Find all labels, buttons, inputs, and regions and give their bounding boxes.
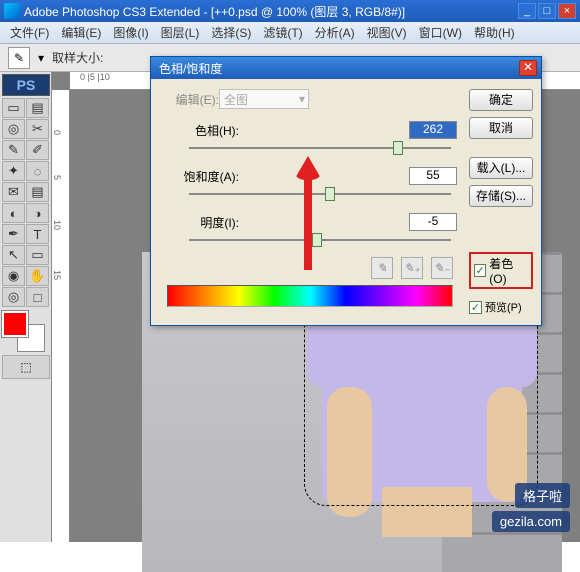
eyedropper-tool-icon[interactable]: ✎ [8,47,30,69]
light-input[interactable]: -5 [409,213,457,231]
ruler-vertical: 0 5 10 15 [52,90,70,542]
dialog-title-text: 色相/饱和度 [155,60,519,77]
light-slider[interactable] [189,235,451,247]
ok-button[interactable]: 确定 [469,89,533,111]
menu-image[interactable]: 图像(I) [107,22,154,43]
watermark-text: 格子啦 [515,483,570,508]
menubar: 文件(F) 编辑(E) 图像(I) 图层(L) 选择(S) 滤镜(T) 分析(A… [0,22,580,44]
tool-crop[interactable]: ✎ [2,140,25,160]
tool-notes[interactable]: ◉ [2,266,25,286]
doc-title: [++0.psd @ 100% (图层 3, RGB/8#)] [211,5,405,19]
colorize-label: 着色(O) [489,255,528,286]
hue-label: 色相(H): [159,122,249,139]
tool-pen[interactable]: ✒ [2,224,25,244]
menu-select[interactable]: 选择(S) [205,22,257,43]
tool-history[interactable]: ▤ [26,182,49,202]
spectrum-bar [167,285,453,307]
colorize-checkbox[interactable]: ✓ [474,264,486,277]
sat-label: 饱和度(A): [159,168,249,185]
load-button[interactable]: 载入(L)... [469,157,533,179]
sat-slider[interactable] [189,189,451,201]
eyedropper-icon[interactable]: ✎ [371,257,393,279]
save-button[interactable]: 存储(S)... [469,185,533,207]
tool-eraser[interactable]: ◐ [2,203,25,223]
tool-wand[interactable]: ✂ [26,119,49,139]
maximize-button[interactable]: □ [538,3,556,19]
dialog-titlebar[interactable]: 色相/饱和度 ✕ [151,57,541,79]
tool-stamp[interactable]: ✉ [2,182,25,202]
light-label: 明度(I): [159,214,249,231]
preview-label: 预览(P) [485,299,522,315]
hue-slider[interactable] [189,143,451,155]
eyedropper-add-icon[interactable]: ✎₊ [401,257,423,279]
colorize-highlight: ✓ 着色(O) [469,252,533,289]
tool-zoom[interactable]: □ [26,287,49,307]
tool-move[interactable]: ▤ [26,98,49,118]
eyedropper-sub-icon[interactable]: ✎₋ [431,257,453,279]
tool-heal[interactable]: ✦ [2,161,25,181]
tool-gradient[interactable]: ◑ [26,203,49,223]
menu-layer[interactable]: 图层(L) [155,22,206,43]
quickmask-button[interactable]: ⬚ [2,355,50,379]
menu-filter[interactable]: 滤镜(T) [257,22,308,43]
sat-input[interactable]: 55 [409,167,457,185]
tool-path[interactable]: ↖ [2,245,25,265]
watermark-url: gezila.com [492,511,570,532]
foreground-color[interactable] [2,311,28,337]
dialog-close-button[interactable]: ✕ [519,60,537,76]
color-swatches [2,311,50,351]
app-name: Adobe Photoshop CS3 Extended [24,5,200,19]
preview-checkbox[interactable]: ✓ [469,301,482,314]
menu-analysis[interactable]: 分析(A) [309,22,361,43]
menu-window[interactable]: 窗口(W) [413,22,468,43]
tool-marquee[interactable]: ▭ [2,98,25,118]
hue-saturation-dialog: 色相/饱和度 ✕ 编辑(E): 全图 色相(H): 262 饱和度(A): 55 [150,56,542,326]
menu-help[interactable]: 帮助(H) [468,22,521,43]
ps-app-icon [4,3,20,19]
tool-lasso[interactable]: ◎ [2,119,25,139]
menu-view[interactable]: 视图(V) [361,22,413,43]
hue-input[interactable]: 262 [409,121,457,139]
tool-hand[interactable]: ✋ [26,266,49,286]
close-button[interactable]: × [558,3,576,19]
app-titlebar: Adobe Photoshop CS3 Extended - [++0.psd … [0,0,580,22]
app-title: Adobe Photoshop CS3 Extended - [++0.psd … [24,3,516,20]
tool-shape[interactable]: ▭ [26,245,49,265]
menu-edit[interactable]: 编辑(E) [55,22,107,43]
cancel-button[interactable]: 取消 [469,117,533,139]
tool-eyedrop[interactable]: ◎ [2,287,25,307]
edit-label: 编辑(E): [159,91,219,108]
edit-select[interactable]: 全图 [219,89,309,109]
tool-brush[interactable]: ◌ [26,161,49,181]
menu-file[interactable]: 文件(F) [4,22,55,43]
sample-size-label: 取样大小: [52,49,103,66]
ps-logo: PS [2,74,50,96]
minimize-button[interactable]: _ [518,3,536,19]
tool-slice[interactable]: ✐ [26,140,49,160]
tool-type[interactable]: T [26,224,49,244]
toolbox: PS ▭ ▤ ◎ ✂ ✎ ✐ ✦ ◌ ✉ ▤ ◐ ◑ ✒ T ↖ ▭ ◉ ✋ ◎… [0,72,52,542]
